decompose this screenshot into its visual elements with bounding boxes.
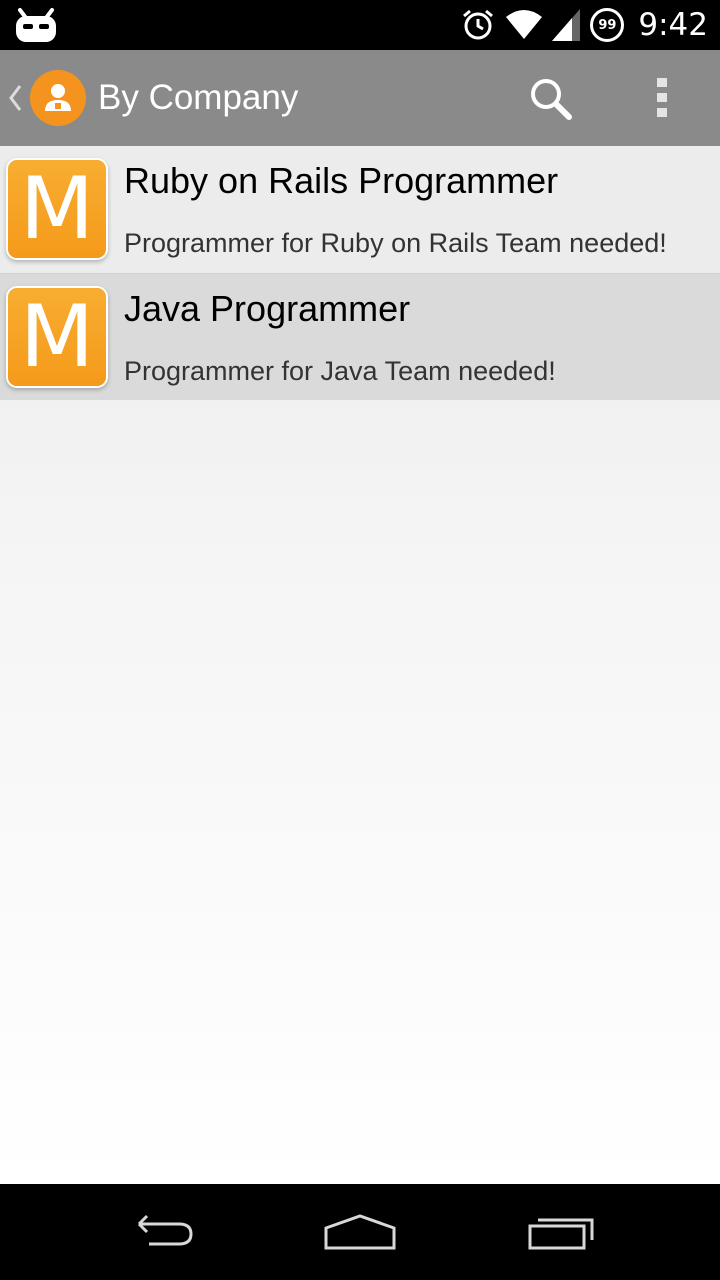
search-button[interactable]: [518, 68, 582, 128]
cell-signal-icon: [552, 9, 581, 41]
job-description: Programmer for Java Team needed!: [124, 356, 556, 386]
recents-button[interactable]: [502, 1202, 622, 1262]
job-app-icon: M: [8, 160, 106, 258]
home-icon: [324, 1214, 396, 1250]
job-description: Programmer for Ruby on Rails Team needed…: [124, 228, 667, 258]
wifi-icon: [506, 9, 543, 41]
status-clock: 9:42: [638, 7, 708, 43]
overflow-menu-icon: [657, 78, 667, 117]
search-icon: [531, 79, 572, 120]
action-bar: By Company: [0, 50, 720, 146]
list-item[interactable]: M Ruby on Rails Programmer Programmer fo…: [0, 146, 720, 273]
up-navigation-button[interactable]: [0, 50, 90, 146]
status-bar: 99 9:42: [0, 0, 720, 50]
cyanogenmod-bugdroid-icon: [14, 6, 58, 44]
page-title: By Company: [98, 78, 299, 117]
job-app-icon: M: [8, 288, 106, 386]
job-title: Java Programmer: [124, 288, 411, 329]
recents-icon: [528, 1218, 594, 1250]
home-button[interactable]: [300, 1202, 420, 1262]
back-button[interactable]: [100, 1202, 220, 1262]
job-list: M Ruby on Rails Programmer Programmer fo…: [0, 146, 720, 1184]
list-item[interactable]: M Java Programmer Programmer for Java Te…: [0, 274, 720, 400]
overflow-menu-button[interactable]: [632, 68, 692, 128]
alarm-clock-icon: [460, 7, 496, 43]
chevron-left-icon: [8, 84, 22, 112]
back-icon: [137, 1214, 193, 1246]
job-title: Ruby on Rails Programmer: [124, 160, 559, 201]
company-person-icon: [30, 70, 86, 126]
battery-indicator: 99: [590, 8, 625, 42]
navigation-bar: [0, 1184, 720, 1280]
